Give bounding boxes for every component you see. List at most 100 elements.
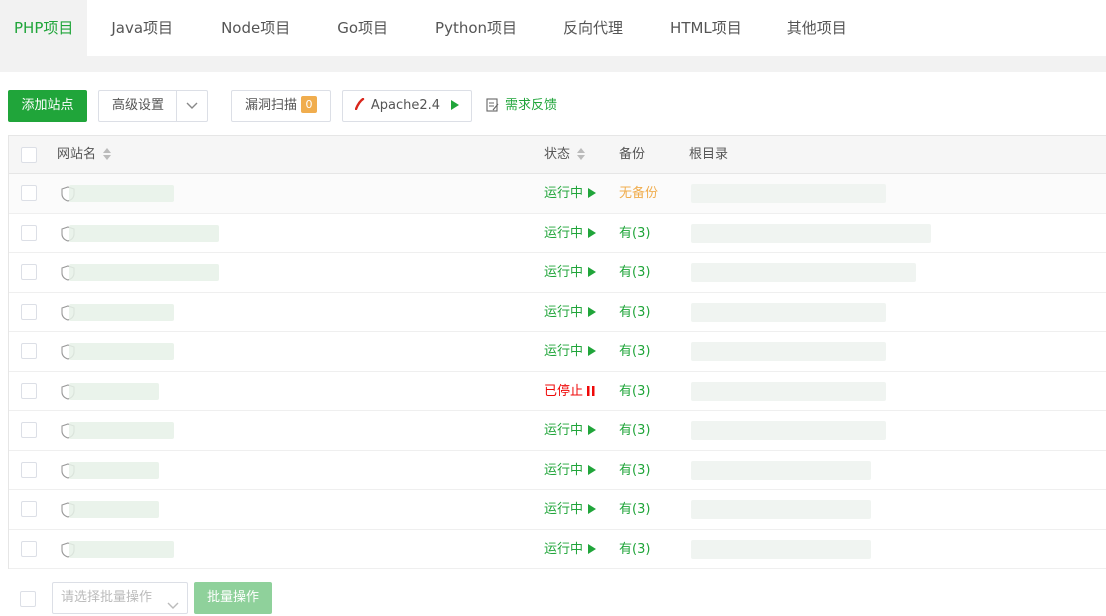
tab-reverse-proxy[interactable]: 反向代理 [541, 0, 645, 56]
apache-button[interactable]: Apache2.4 [342, 90, 472, 122]
backup-link[interactable]: 有(3) [619, 411, 650, 450]
status-label: 运行中 [544, 304, 584, 320]
tab-php[interactable]: PHP项目 [0, 0, 88, 56]
site-name-redacted[interactable] [69, 422, 174, 439]
backup-link[interactable]: 有(3) [619, 530, 650, 569]
status-toggle[interactable]: 运行中 [544, 530, 597, 569]
header-site-name[interactable]: 网站名 [57, 136, 112, 174]
play-icon [444, 98, 460, 113]
status-toggle[interactable]: 运行中 [544, 174, 597, 213]
backup-link[interactable]: 有(3) [619, 451, 650, 490]
backup-link[interactable]: 有(3) [619, 293, 650, 332]
batch-action-button[interactable]: 批量操作 [194, 582, 272, 614]
root-dir-redacted[interactable] [691, 500, 871, 519]
project-tabs: PHP项目 Java项目 Node项目 Go项目 Python项目 反向代理 H… [0, 0, 1106, 56]
row-checkbox[interactable] [21, 185, 37, 201]
table-row[interactable]: 运行中 无备份 [9, 174, 1106, 214]
tab-python[interactable]: Python项目 [413, 0, 539, 56]
status-toggle[interactable]: 运行中 [544, 332, 597, 371]
backup-link[interactable]: 有(3) [619, 490, 650, 529]
row-checkbox[interactable] [21, 343, 37, 359]
vuln-scan-button[interactable]: 漏洞扫描 0 [231, 90, 331, 122]
chevron-down-icon[interactable] [176, 91, 207, 121]
backup-link[interactable]: 无备份 [619, 174, 658, 213]
play-icon [583, 226, 597, 241]
root-dir-redacted[interactable] [691, 539, 871, 559]
root-dir-redacted[interactable] [691, 184, 886, 203]
select-all-checkbox[interactable] [21, 147, 37, 163]
tab-node[interactable]: Node项目 [199, 0, 312, 56]
table-row[interactable]: 运行中 有(3) [9, 490, 1106, 530]
backup-link[interactable]: 有(3) [619, 332, 650, 371]
status-toggle[interactable]: 运行中 [544, 451, 597, 490]
site-name-redacted[interactable] [69, 303, 174, 321]
root-dir-redacted[interactable] [691, 263, 916, 282]
tab-html[interactable]: HTML项目 [648, 0, 764, 56]
status-toggle[interactable]: 运行中 [544, 411, 597, 450]
backup-link[interactable]: 有(3) [619, 214, 650, 253]
backup-link[interactable]: 有(3) [619, 372, 650, 411]
row-checkbox[interactable] [21, 382, 37, 399]
site-name-redacted[interactable] [69, 540, 174, 558]
table-row[interactable]: 运行中 有(3) [9, 451, 1106, 490]
batch-select-placeholder: 请选择批量操作 [61, 590, 153, 605]
site-name-redacted[interactable] [69, 343, 174, 360]
edit-note-icon [486, 98, 505, 113]
tab-go[interactable]: Go项目 [315, 0, 410, 56]
play-icon [583, 265, 597, 280]
row-checkbox[interactable] [21, 303, 37, 320]
table-row[interactable]: 已停止 有(3) [9, 372, 1106, 411]
table-row[interactable]: 运行中 有(3) [9, 214, 1106, 253]
apache-label: Apache2.4 [370, 98, 441, 113]
status-toggle[interactable]: 运行中 [544, 293, 597, 332]
advanced-settings-button[interactable]: 高级设置 [98, 90, 208, 122]
feedback-label: 需求反馈 [505, 98, 558, 113]
site-name-redacted[interactable] [69, 185, 174, 202]
advanced-settings-label: 高级设置 [112, 98, 165, 113]
tab-other[interactable]: 其他项目 [765, 0, 869, 56]
vuln-count-badge: 0 [301, 96, 317, 113]
batch-select[interactable]: 请选择批量操作 [52, 582, 188, 614]
status-label: 运行中 [544, 462, 584, 478]
site-table: 网站名 状态 备份 根目录 运行中 无备份 运行中 有(3) 运行中 有(3) 运行中 有(3… [8, 135, 1106, 569]
backup-link[interactable]: 有(3) [619, 253, 650, 292]
root-dir-redacted[interactable] [691, 302, 886, 322]
root-dir-redacted[interactable] [691, 381, 886, 401]
tab-java[interactable]: Java项目 [89, 0, 195, 56]
root-dir-redacted[interactable] [691, 421, 886, 440]
root-dir-redacted[interactable] [691, 223, 931, 243]
root-dir-redacted[interactable] [691, 460, 871, 480]
sort-icon [576, 139, 586, 177]
site-name-redacted[interactable] [69, 264, 219, 281]
status-toggle[interactable]: 运行中 [544, 253, 597, 292]
site-name-redacted[interactable] [69, 224, 219, 242]
table-row[interactable]: 运行中 有(3) [9, 411, 1106, 451]
play-icon [583, 423, 597, 438]
table-row[interactable]: 运行中 有(3) [9, 293, 1106, 332]
play-icon [583, 502, 597, 517]
site-name-redacted[interactable] [69, 461, 159, 479]
status-toggle[interactable]: 运行中 [544, 214, 597, 253]
header-status-label: 状态 [544, 147, 571, 162]
row-checkbox[interactable] [21, 461, 37, 478]
row-checkbox[interactable] [21, 224, 37, 241]
status-toggle[interactable]: 已停止 [544, 372, 595, 411]
table-row[interactable]: 运行中 有(3) [9, 332, 1106, 372]
row-checkbox[interactable] [21, 501, 37, 517]
header-site-name-label: 网站名 [57, 147, 97, 162]
row-checkbox[interactable] [21, 264, 37, 280]
add-site-button[interactable]: 添加站点 [8, 90, 87, 122]
status-label: 运行中 [544, 423, 584, 438]
site-name-redacted[interactable] [69, 501, 159, 518]
site-name-redacted[interactable] [69, 382, 159, 400]
footer-select-all-checkbox[interactable] [20, 591, 36, 607]
header-status[interactable]: 状态 [544, 136, 586, 174]
root-dir-redacted[interactable] [691, 342, 886, 361]
table-row[interactable]: 运行中 有(3) [9, 530, 1106, 569]
row-checkbox[interactable] [21, 540, 37, 557]
status-label: 运行中 [544, 186, 584, 201]
row-checkbox[interactable] [21, 422, 37, 438]
status-toggle[interactable]: 运行中 [544, 490, 597, 529]
feedback-link[interactable]: 需求反馈 [486, 90, 557, 122]
table-row[interactable]: 运行中 有(3) [9, 253, 1106, 293]
